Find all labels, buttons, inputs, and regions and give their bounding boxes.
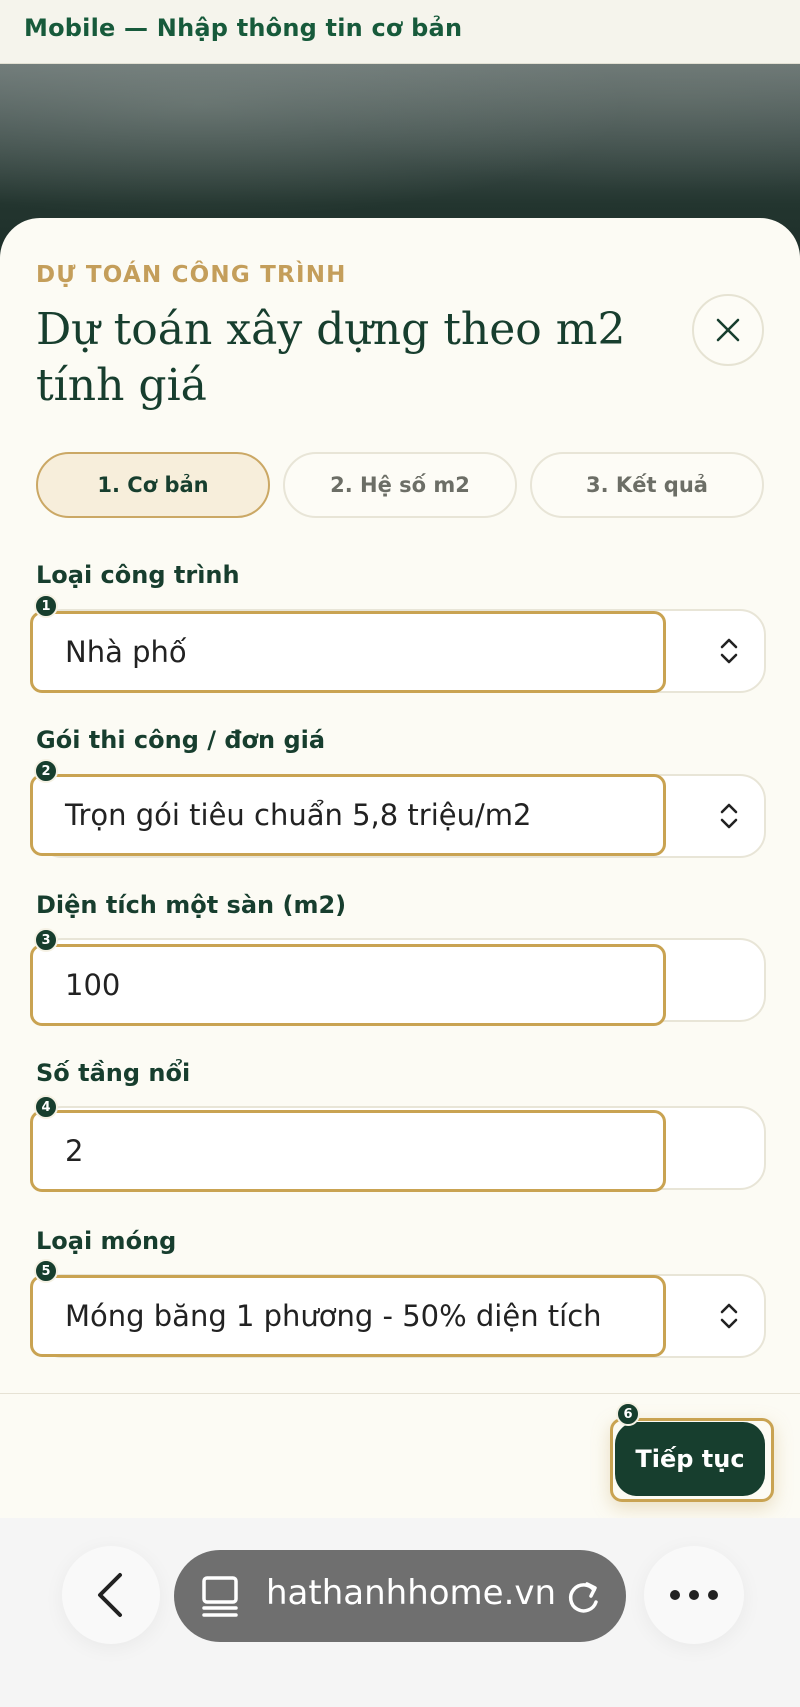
back-button[interactable] [62,1546,160,1644]
step-marker: 1 [34,594,58,618]
field-label-floor-area: Diện tích một sàn (m2) [36,891,347,919]
package-value[interactable]: Trọn gói tiêu chuẩn 5,8 triệu/m2 [30,774,666,856]
tab-result[interactable]: 3. Kết quả [530,452,764,518]
close-button[interactable] [692,294,764,366]
reload-icon[interactable] [563,1574,603,1618]
chevron-updown-icon [714,798,744,834]
tabs-icon[interactable] [200,1574,240,1618]
step-marker: 4 [34,1095,58,1119]
url-text[interactable]: hathanhhome.vn [266,1573,556,1613]
modal-eyebrow: DỰ TOÁN CÔNG TRÌNH [36,262,347,288]
step-marker: 6 [616,1402,640,1426]
field-label-foundation: Loại móng [36,1227,177,1255]
chevron-updown-icon [714,1298,744,1334]
page-title: Mobile — Nhập thông tin cơ bản [24,14,463,42]
step-marker: 5 [34,1259,58,1283]
footer-divider [0,1393,800,1394]
chevron-updown-icon [714,633,744,669]
foundation-value[interactable]: Móng băng 1 phương - 50% diện tích [30,1275,666,1357]
more-icon [670,1590,718,1600]
floors-value[interactable]: 2 [30,1110,666,1192]
tab-coefficient[interactable]: 2. Hệ số m2 [283,452,517,518]
field-label-floors: Số tầng nổi [36,1059,191,1087]
building-type-value[interactable]: Nhà phố [30,611,666,693]
field-label-building-type: Loại công trình [36,561,240,589]
floor-area-value[interactable]: 100 [30,944,666,1026]
close-icon [716,318,740,342]
step-marker: 2 [34,759,58,783]
more-button[interactable] [644,1546,744,1644]
top-bar: Mobile — Nhập thông tin cơ bản [0,0,800,64]
continue-button[interactable]: Tiếp tục [615,1422,765,1496]
step-tabs: 1. Cơ bản 2. Hệ số m2 3. Kết quả [36,452,766,518]
tab-basic[interactable]: 1. Cơ bản [36,452,270,518]
step-marker: 3 [34,928,58,952]
modal-title: Dự toán xây dựng theo m2 tính giá [36,304,626,411]
field-label-package: Gói thi công / đơn giá [36,726,326,754]
back-icon [98,1573,122,1617]
